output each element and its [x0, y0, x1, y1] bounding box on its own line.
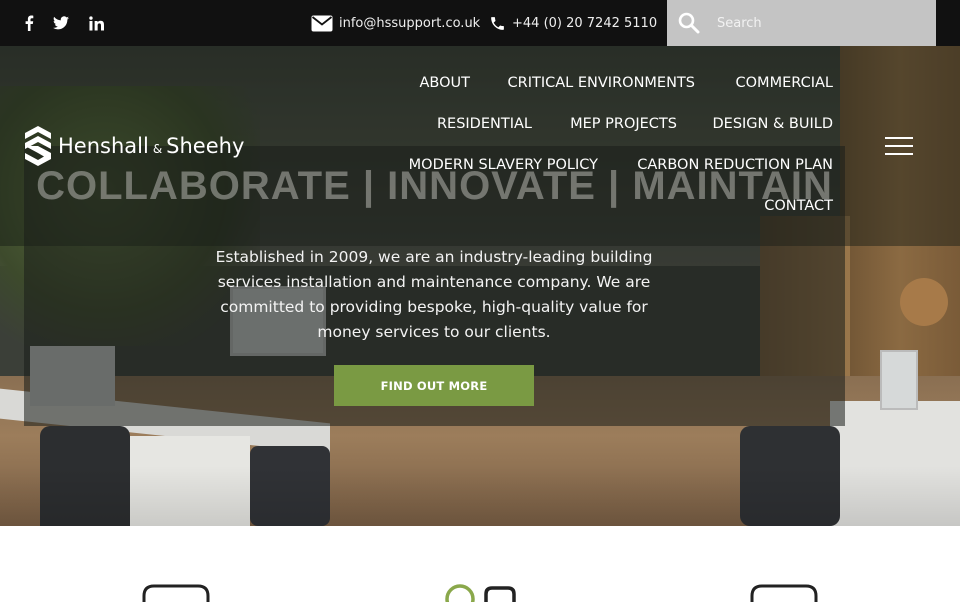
feature-three-icon — [750, 584, 818, 602]
phone-icon — [491, 16, 504, 30]
menu-hamburger-icon[interactable] — [885, 137, 913, 155]
brand-logo[interactable]: Henshall & Sheehy — [24, 125, 244, 167]
find-out-more-button[interactable]: FIND OUT MORE — [334, 365, 534, 406]
logo-mark-icon — [25, 126, 51, 166]
nav-item-residential[interactable]: RESIDENTIAL — [437, 116, 532, 132]
phone-link[interactable]: +44 (0) 20 7242 5110 — [489, 0, 657, 46]
nav-item-contact[interactable]: CONTACT — [764, 198, 833, 214]
twitter-icon[interactable] — [50, 0, 72, 46]
nav-item-commercial[interactable]: COMMERCIAL — [736, 75, 833, 91]
feature-two-icon — [445, 584, 516, 602]
nav-item-carbon-reduction-plan[interactable]: CARBON REDUCTION PLAN — [637, 157, 833, 173]
brand-name-part2: Sheehy — [166, 134, 245, 158]
envelope-icon — [311, 15, 333, 31]
brand-ampersand: & — [152, 142, 163, 156]
brand-name: Henshall & Sheehy — [58, 134, 244, 158]
nav-item-about[interactable]: ABOUT — [420, 75, 471, 91]
feature-one-icon — [142, 584, 210, 602]
facebook-icon[interactable] — [18, 0, 40, 46]
search-input[interactable] — [711, 0, 933, 46]
phone-text: +44 (0) 20 7242 5110 — [512, 15, 658, 31]
hero-banner: COLLABORATE | INNOVATE | MAINTAIN Establ… — [0, 46, 960, 526]
hero-intro-text: Established in 2009, we are an industry-… — [215, 248, 653, 341]
nav-item-mep-projects[interactable]: MEP PROJECTS — [570, 116, 677, 132]
search-icon[interactable] — [677, 11, 701, 35]
top-bar: info@hssupport.co.uk +44 (0) 20 7242 511… — [0, 0, 960, 46]
nav-item-modern-slavery-policy[interactable]: MODERN SLAVERY POLICY — [409, 157, 598, 173]
search-box — [667, 0, 936, 46]
nav-item-critical-environments[interactable]: CRITICAL ENVIRONMENTS — [508, 75, 695, 91]
email-text: info@hssupport.co.uk — [339, 15, 481, 31]
email-link[interactable]: info@hssupport.co.uk — [311, 0, 480, 46]
brand-name-part1: Henshall — [58, 134, 149, 158]
nav-item-design-build[interactable]: DESIGN & BUILD — [713, 116, 834, 132]
linkedin-icon[interactable] — [85, 0, 107, 46]
